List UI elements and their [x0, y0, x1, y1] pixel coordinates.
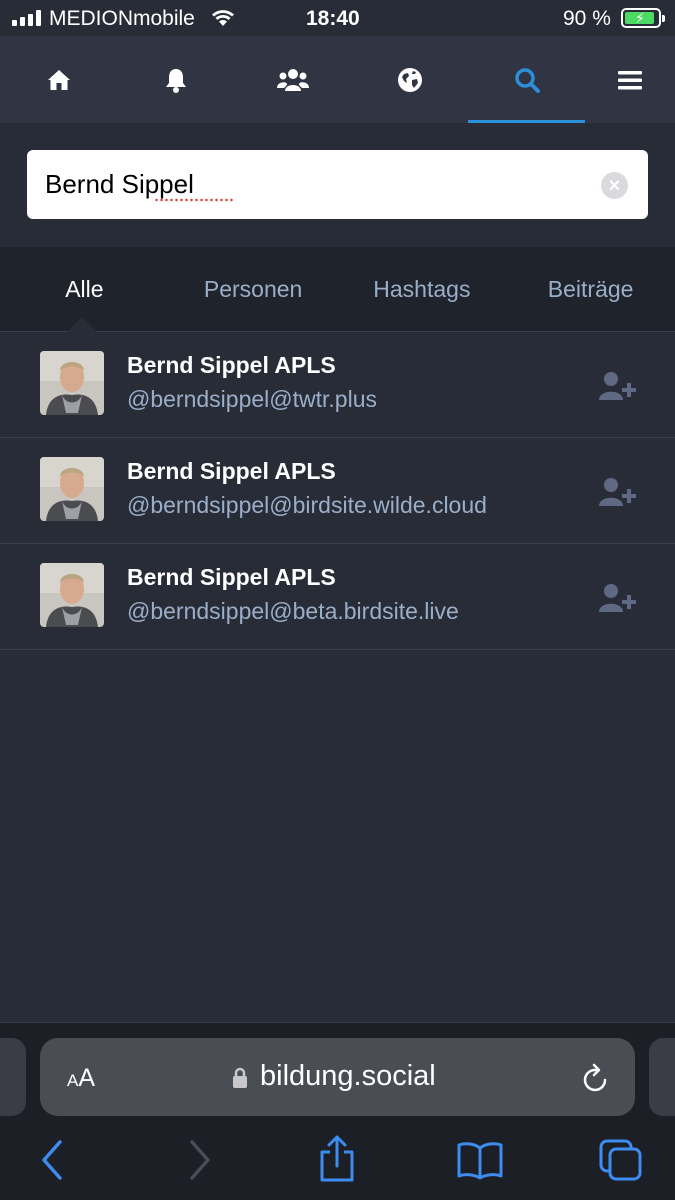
add-user-icon[interactable] [598, 476, 638, 508]
tab-label: Beiträge [547, 275, 634, 302]
display-name: Bernd Sippel APLS [127, 458, 336, 484]
back-icon[interactable] [38, 1138, 66, 1182]
avatar[interactable] [40, 351, 104, 415]
signal-icon [12, 10, 41, 26]
tab-label: Personen [203, 275, 303, 302]
tab-alle[interactable]: Alle [0, 247, 169, 332]
avatar[interactable] [40, 457, 104, 521]
hamburger-icon [618, 70, 642, 89]
tab-label: Alle [65, 275, 104, 302]
share-icon[interactable] [317, 1134, 357, 1184]
globe-icon [397, 67, 422, 92]
previous-tab-preview[interactable] [0, 1038, 26, 1116]
nav-search[interactable] [468, 36, 585, 123]
status-bar: MEDIONmobile 18:40 90 % ⚡ [0, 0, 675, 36]
search-box: × [27, 150, 648, 219]
users-icon [276, 68, 309, 91]
tab-personen[interactable]: Personen [169, 247, 338, 331]
tab-label: Hashtags [373, 275, 471, 302]
tab-beitraege[interactable]: Beiträge [506, 247, 675, 331]
search-area: × [0, 123, 675, 247]
url-domain: bildung.social [260, 1060, 436, 1092]
next-tab-preview[interactable] [649, 1038, 675, 1116]
spellcheck-underline [154, 198, 234, 202]
clock: 18:40 [306, 7, 360, 30]
tab-hashtags[interactable]: Hashtags [338, 247, 507, 331]
wifi-icon [209, 8, 237, 34]
battery-icon: ⚡ [621, 8, 665, 28]
account-result[interactable]: Bernd Sippel APLS @berndsippel@birdsite.… [0, 438, 675, 544]
add-user-icon[interactable] [598, 582, 638, 614]
account-result[interactable]: Bernd Sippel APLS @berndsippel@beta.bird… [0, 544, 675, 650]
nav-menu[interactable] [585, 36, 675, 123]
bell-icon [165, 68, 186, 93]
browser-toolbar: AA bildung.social [0, 1022, 675, 1200]
account-handle: @berndsippel@beta.birdsite.live [127, 598, 459, 624]
nav-notifications[interactable] [117, 36, 234, 123]
nav-local[interactable] [234, 36, 351, 123]
forward-icon[interactable] [186, 1138, 214, 1182]
lock-icon [233, 1067, 247, 1088]
avatar[interactable] [40, 563, 104, 627]
add-user-icon[interactable] [598, 370, 638, 402]
tabs-icon[interactable] [598, 1138, 644, 1182]
account-handle: @berndsippel@birdsite.wilde.cloud [127, 492, 487, 518]
nav-federated[interactable] [351, 36, 468, 123]
clear-icon[interactable]: × [601, 172, 628, 199]
battery-percent: 90 % [563, 7, 611, 30]
search-input[interactable] [45, 150, 585, 219]
display-name: Bernd Sippel APLS [127, 564, 336, 590]
account-result[interactable]: Bernd Sippel APLS @berndsippel@twtr.plus [0, 332, 675, 438]
display-name: Bernd Sippel APLS [127, 352, 336, 378]
account-handle: @berndsippel@twtr.plus [127, 386, 377, 412]
search-icon [514, 67, 540, 93]
search-results: Bernd Sippel APLS @berndsippel@twtr.plus… [0, 332, 675, 650]
top-nav [0, 36, 675, 123]
active-tab-caret [67, 317, 98, 332]
reload-icon[interactable] [581, 1062, 611, 1094]
bookmarks-icon[interactable] [456, 1140, 504, 1180]
search-tabs: Alle Personen Hashtags Beiträge [0, 247, 675, 332]
address-bar[interactable]: AA bildung.social [40, 1038, 635, 1116]
carrier-name: MEDIONmobile [49, 7, 195, 30]
nav-home[interactable] [0, 36, 117, 123]
text-size-button[interactable]: AA [67, 1064, 95, 1093]
home-icon [47, 69, 70, 90]
